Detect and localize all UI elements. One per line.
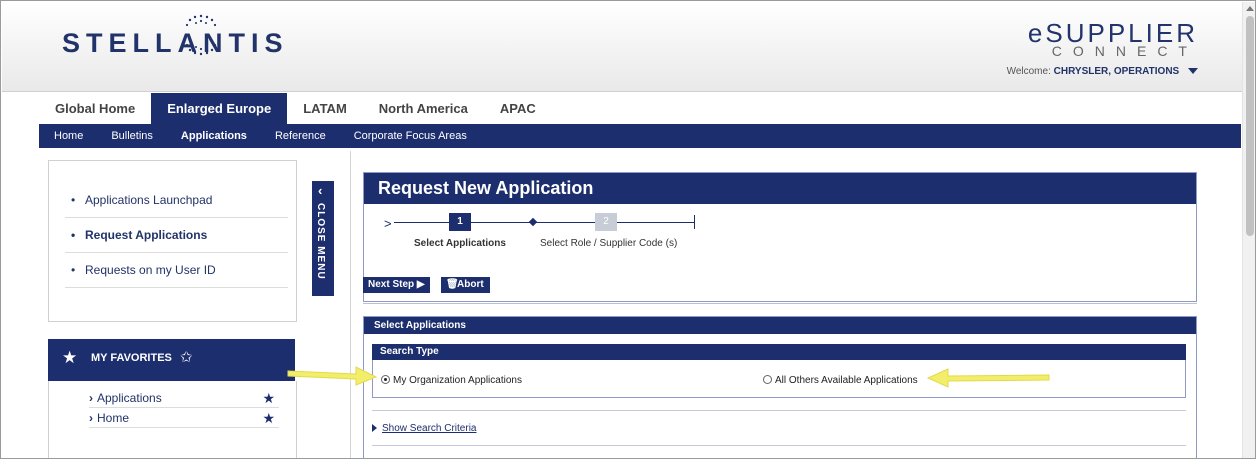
wizard-step-1-label: Select Applications — [414, 238, 506, 249]
logo-star-dots-icon — [185, 14, 217, 56]
tab-north-america[interactable]: North America — [363, 93, 484, 124]
user-menu[interactable]: Welcome: CHRYSLER, OPERATIONS — [1007, 66, 1198, 77]
tab-enlarged-europe[interactable]: Enlarged Europe — [151, 93, 288, 124]
vertical-scrollbar[interactable] — [1242, 2, 1255, 458]
menu-item-request-applications[interactable]: Request Applications — [65, 218, 288, 253]
annotation-arrow-left-icon — [926, 368, 1050, 388]
nav-home[interactable]: Home — [39, 124, 97, 148]
radio-unselected-icon — [763, 375, 772, 384]
select-applications-panel: Select Applications Search Type My Organ… — [363, 316, 1197, 458]
star-outline-icon: ✩ — [180, 349, 193, 366]
tab-latam[interactable]: LATAM — [287, 93, 363, 124]
menu-item-requests-on-my-user-id[interactable]: Requests on my User ID — [65, 253, 288, 288]
favorites-list: › Applications ★ › Home ★ — [48, 381, 297, 458]
radio-label: All Others Available Applications — [775, 375, 918, 386]
search-type-header: Search Type — [372, 344, 1186, 360]
wizard-end-marker — [694, 215, 695, 229]
favorite-item-home[interactable]: › Home ★ — [89, 409, 279, 428]
wizard-step-1: 1 — [449, 213, 471, 231]
chevron-left-icon: ‹ — [318, 183, 323, 198]
region-tabs: Global Home Enlarged Europe LATAM North … — [39, 93, 552, 124]
menu-item-applications-launchpad[interactable]: Applications Launchpad — [65, 183, 288, 218]
favorites-header: ★ MY FAVORITES ✩ — [48, 339, 295, 381]
star-icon: ★ — [62, 348, 78, 367]
section-divider — [363, 303, 1197, 304]
radio-my-organization-applications[interactable]: My Organization Applications — [381, 375, 522, 386]
site-header: STELLANTIS eSUPPLIER CONNECT Welcome: CH… — [2, 2, 1242, 92]
radio-label: My Organization Applications — [393, 375, 522, 386]
search-type-box: My Organization Applications All Others … — [372, 360, 1186, 398]
abort-label: Abort — [457, 279, 484, 290]
favorite-label: Home — [97, 411, 130, 425]
close-menu-button[interactable]: ‹ CLOSE MENU — [312, 181, 334, 296]
caret-down-icon — [1188, 68, 1198, 75]
column-divider — [350, 151, 351, 458]
left-menu: Applications Launchpad Request Applicati… — [48, 160, 297, 322]
scrollbar-thumb[interactable] — [1246, 16, 1254, 236]
wizard-step-2: 2 — [595, 213, 617, 231]
wizard-line — [617, 222, 695, 223]
nav-applications[interactable]: Applications — [167, 124, 261, 148]
divider — [372, 445, 1186, 446]
browser-frame: STELLANTIS eSUPPLIER CONNECT Welcome: CH… — [0, 0, 1256, 459]
wizard-start-arrow-icon: > — [384, 216, 392, 231]
trash-icon: 🗑 — [446, 279, 459, 290]
favorite-star-icon[interactable]: ★ — [262, 389, 275, 407]
wizard-line — [394, 222, 449, 223]
nav-bulletins[interactable]: Bulletins — [97, 124, 167, 148]
show-search-criteria-label: Show Search Criteria — [382, 423, 477, 434]
favorite-label: Applications — [97, 391, 162, 405]
select-applications-header: Select Applications — [364, 317, 1196, 334]
chevron-right-icon: › — [89, 411, 93, 425]
next-step-button[interactable]: Next Step ▶ — [363, 277, 430, 293]
scroll-up-icon[interactable] — [1246, 6, 1254, 11]
favorite-item-applications[interactable]: › Applications ★ — [89, 389, 279, 408]
esupplier-connect-logo[interactable]: eSUPPLIER CONNECT — [1028, 18, 1198, 59]
tab-apac[interactable]: APAC — [484, 93, 552, 124]
show-search-criteria-link[interactable]: Show Search Criteria — [372, 423, 476, 434]
annotation-arrow-right-icon — [287, 366, 378, 386]
favorites-title: MY FAVORITES — [91, 352, 172, 364]
esupplier-logo-line2: CONNECT — [1051, 43, 1198, 59]
wizard-dot-icon — [528, 217, 538, 227]
welcome-label: Welcome: — [1006, 66, 1051, 77]
page-title: Request New Application — [364, 173, 1196, 204]
stellantis-logo[interactable]: STELLANTIS — [62, 28, 289, 59]
radio-all-others-available-applications[interactable]: All Others Available Applications — [763, 375, 918, 386]
close-menu-label: CLOSE MENU — [315, 203, 326, 280]
next-step-label: Next Step — [368, 279, 415, 290]
radio-selected-icon — [381, 375, 390, 384]
favorite-star-icon[interactable]: ★ — [262, 409, 275, 427]
divider — [372, 410, 1186, 411]
nav-reference[interactable]: Reference — [261, 124, 340, 148]
chevron-right-icon: › — [89, 391, 93, 405]
user-name: CHRYSLER, OPERATIONS — [1053, 66, 1180, 77]
main-navbar: Home Bulletins Applications Reference Co… — [39, 124, 1241, 148]
abort-button[interactable]: 🗑 Abort — [441, 277, 490, 293]
wizard-step-2-label: Select Role / Supplier Code (s) — [540, 238, 678, 249]
play-icon: ▶ — [414, 279, 425, 290]
triangle-right-icon — [372, 424, 377, 432]
nav-corporate-focus-areas[interactable]: Corporate Focus Areas — [340, 124, 481, 148]
tab-global-home[interactable]: Global Home — [39, 93, 151, 124]
